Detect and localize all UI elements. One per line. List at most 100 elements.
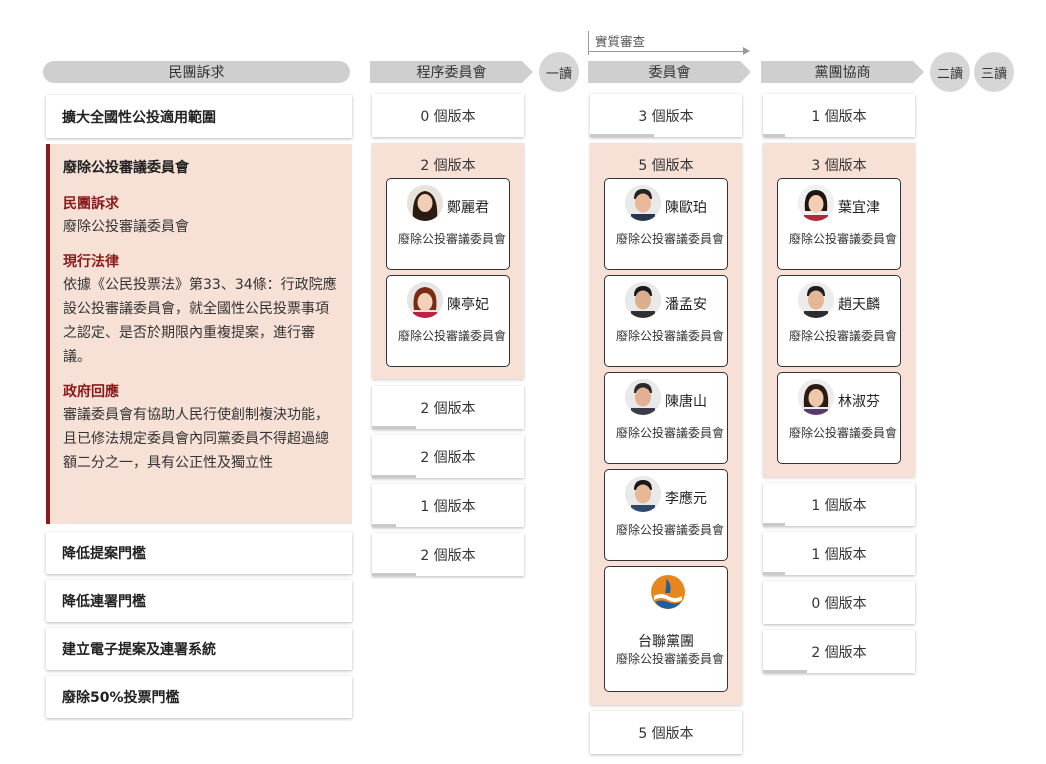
demand-label: 降低連署門檻	[62, 594, 146, 610]
legislator-proposal: 廢除公投審議委員會	[398, 329, 507, 343]
substantive-review-line	[589, 51, 744, 52]
party-logo-icon	[649, 573, 687, 611]
demand-item-abolish-turnout-threshold[interactable]: 廢除50%投票門檻	[46, 676, 352, 718]
procedure-version-card[interactable]: 2 個版本	[372, 435, 524, 478]
substantive-review-label: 實質審查	[595, 34, 646, 49]
avatar	[798, 185, 834, 221]
version-bar	[372, 573, 416, 576]
version-bar	[763, 134, 785, 137]
version-bar	[590, 134, 654, 137]
version-count: 1 個版本	[811, 546, 867, 563]
demand-item-expand-scope[interactable]: 擴大全國性公投適用範圍	[46, 95, 352, 138]
government-response-text: 審議委員會有協助人民行使創制複決功能，且已修法規定委員會內同黨委員不得超過總額二…	[63, 407, 329, 471]
legislator-card[interactable]: 李應元 廢除公投審議委員會	[604, 469, 728, 561]
demand-item-electronic-system[interactable]: 建立電子提案及連署系統	[46, 628, 352, 670]
party-caucus-card[interactable]: 台聯黨團 廢除公投審議委員會	[604, 566, 728, 692]
legislator-name: 葉宜津	[838, 200, 880, 216]
current-law-text: 依據《公民投票法》第33、34條：行政院應設公投審議委員會，就全國性公民投票事項…	[63, 277, 337, 365]
legislator-card[interactable]: 陳歐珀 廢除公投審議委員會	[604, 178, 728, 270]
caucus-versions-panel: 3 個版本 葉宜津 廢除公投審議委員會 趙天麟 廢除公投審議委員會 林淑芬 廢除…	[763, 143, 915, 477]
avatar	[407, 185, 443, 221]
legislator-card[interactable]: 林淑芬 廢除公投審議委員會	[777, 372, 901, 464]
legislator-card[interactable]: 潘孟安 廢除公投審議委員會	[604, 275, 728, 367]
procedure-version-card[interactable]: 2 個版本	[372, 533, 524, 576]
legislator-card[interactable]: 陳唐山 廢除公投審議委員會	[604, 372, 728, 464]
demand-label: 擴大全國性公投適用範圍	[62, 109, 216, 126]
legislator-card[interactable]: 鄭麗君 廢除公投審議委員會	[386, 178, 510, 270]
legislator-proposal: 廢除公投審議委員會	[616, 523, 725, 537]
avatar	[625, 185, 661, 221]
demand-item-lower-proposal-threshold[interactable]: 降低提案門檻	[46, 532, 352, 574]
government-response-heading: 政府回應	[63, 384, 119, 400]
legislator-card[interactable]: 陳亭妃 廢除公投審議委員會	[386, 275, 510, 367]
legislator-proposal: 廢除公投審議委員會	[616, 232, 725, 246]
version-count: 0 個版本	[420, 108, 476, 125]
legislator-name: 潘孟安	[665, 297, 707, 313]
version-count: 1 個版本	[811, 497, 867, 514]
legislator-proposal: 廢除公投審議委員會	[789, 232, 898, 246]
legislator-name: 陳歐珀	[665, 200, 707, 216]
header-second-reading: 二讀	[930, 52, 970, 92]
procedure-version-card[interactable]: 2 個版本	[372, 386, 524, 429]
version-count: 3 個版本	[638, 108, 694, 125]
legislator-name: 林淑芬	[838, 394, 880, 410]
legislator-name: 李應元	[665, 491, 707, 507]
substantive-review-marker: 實質審查	[588, 31, 750, 55]
demand-label: 廢除50%投票門檻	[62, 690, 180, 706]
version-count: 1 個版本	[811, 108, 867, 125]
caucus-version-card[interactable]: 1 個版本	[763, 483, 915, 526]
version-count: 0 個版本	[811, 595, 867, 612]
legislator-name: 陳亭妃	[447, 297, 489, 313]
caucus-version-card[interactable]: 1 個版本	[763, 94, 915, 137]
legislator-proposal: 廢除公投審議委員會	[398, 232, 507, 246]
avatar	[798, 379, 834, 415]
demand-heading: 民團訴求	[63, 196, 119, 212]
legislator-name: 鄭麗君	[447, 200, 489, 216]
version-count: 2 個版本	[420, 400, 476, 417]
caucus-version-card[interactable]: 1 個版本	[763, 532, 915, 575]
version-bar	[372, 475, 416, 478]
demand-title: 廢除公投審議委員會	[63, 160, 189, 176]
version-count: 1 個版本	[420, 498, 476, 515]
demand-text: 廢除公投審議委員會	[63, 219, 189, 235]
version-count: 5 個版本	[638, 158, 694, 174]
avatar	[625, 476, 661, 512]
arrow-right-icon	[743, 47, 750, 55]
procedure-version-card[interactable]: 0 個版本	[372, 94, 524, 137]
procedure-versions-panel: 2 個版本 鄭麗君 廢除公投審議委員會 陳亭妃 廢除公投審議委員會	[372, 143, 524, 379]
committee-version-card[interactable]: 5 個版本	[590, 711, 742, 754]
version-bar	[372, 426, 416, 429]
header-first-reading: 一讀	[539, 52, 579, 92]
avatar	[625, 282, 661, 318]
header-committee: 委員會	[588, 61, 751, 83]
committee-version-card[interactable]: 3 個版本	[590, 94, 742, 137]
header-demands: 民團訴求	[43, 61, 350, 83]
version-count: 3 個版本	[811, 158, 867, 174]
version-count: 2 個版本	[420, 449, 476, 466]
legislator-card[interactable]: 葉宜津 廢除公投審議委員會	[777, 178, 901, 270]
version-bar	[763, 523, 785, 526]
bill-progress-board: 民團訴求 程序委員會 一讀 實質審查 委員會 黨團協商 二讀 三讀 擴大全國性公…	[0, 0, 1046, 764]
header-procedure-committee: 程序委員會	[370, 61, 533, 83]
procedure-version-card[interactable]: 1 個版本	[372, 484, 524, 527]
legislator-name: 陳唐山	[665, 394, 707, 410]
demand-item-lower-signature-threshold[interactable]: 降低連署門檻	[46, 580, 352, 622]
party-name: 台聯黨團	[638, 634, 694, 650]
version-bar	[763, 670, 807, 673]
demand-item-abolish-committee-expanded[interactable]: 廢除公投審議委員會 民團訴求 廢除公投審議委員會 現行法律 依據《公民投票法》第…	[46, 144, 352, 524]
legislator-proposal: 廢除公投審議委員會	[789, 426, 898, 440]
committee-versions-panel: 5 個版本 陳歐珀 廢除公投審議委員會 潘孟安 廢除公投審議委員會 陳唐山 廢除…	[590, 143, 742, 705]
header-caucus-negotiation: 黨團協商	[761, 61, 924, 83]
version-bar	[372, 524, 396, 527]
legislator-card[interactable]: 趙天麟 廢除公投審議委員會	[777, 275, 901, 367]
version-count: 2 個版本	[811, 644, 867, 661]
legislator-proposal: 廢除公投審議委員會	[616, 329, 725, 343]
caucus-version-card[interactable]: 2 個版本	[763, 630, 915, 673]
party-proposal: 廢除公投審議委員會	[616, 652, 725, 666]
demand-label: 降低提案門檻	[62, 546, 146, 562]
caucus-version-card[interactable]: 0 個版本	[763, 581, 915, 624]
avatar	[798, 282, 834, 318]
version-count: 2 個版本	[420, 547, 476, 564]
legislator-name: 趙天麟	[838, 297, 880, 313]
legislator-proposal: 廢除公投審議委員會	[789, 329, 898, 343]
